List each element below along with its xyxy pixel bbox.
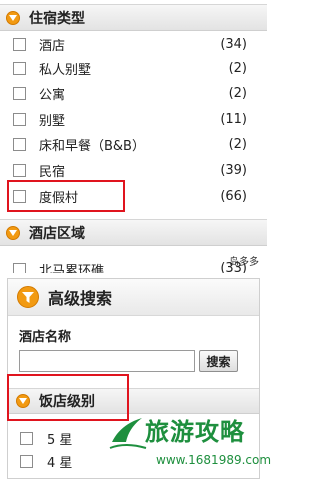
- checkbox[interactable]: [13, 61, 26, 75]
- hotel-name-input[interactable]: [19, 350, 195, 372]
- checkbox[interactable]: [13, 112, 26, 126]
- watermark-brand: 旅游攻略: [145, 418, 245, 446]
- filter-funnel-icon: [17, 286, 39, 308]
- filter-label: 酒店: [39, 38, 66, 54]
- filter-label: 度假村: [39, 190, 79, 206]
- filter-row-villa[interactable]: 别墅 (11): [0, 107, 267, 131]
- filter-label: 别墅: [39, 113, 66, 129]
- filter-label: 5 星: [47, 432, 73, 448]
- watermark-url: www.1681989.com: [156, 453, 272, 467]
- hotel-area-header[interactable]: 酒店区域: [0, 219, 267, 246]
- checkbox[interactable]: [13, 262, 26, 273]
- collapse-chevron-icon[interactable]: [16, 394, 30, 408]
- filter-label: 床和早餐（B&B）: [39, 138, 145, 154]
- filter-row-private-villa[interactable]: 私人别墅 (2): [0, 56, 267, 80]
- filter-row-guesthouse[interactable]: 民宿 (39): [0, 158, 267, 182]
- filter-label: 私人别墅: [39, 62, 92, 78]
- filter-count: (2): [228, 136, 247, 152]
- checkbox[interactable]: [20, 431, 33, 445]
- advanced-search-title: 高级搜索: [48, 289, 113, 308]
- hotel-area-title: 酒店区域: [29, 225, 85, 242]
- advanced-search-header: 高级搜索: [8, 279, 259, 316]
- filter-row-bed-and-breakfast[interactable]: 床和早餐（B&B） (2): [0, 132, 267, 156]
- filter-row-hotel[interactable]: 酒店 (34): [0, 32, 267, 56]
- checkbox[interactable]: [13, 137, 26, 151]
- filter-row-resort[interactable]: 度假村 (66): [0, 184, 267, 208]
- filter-count: (2): [228, 85, 247, 101]
- checkbox[interactable]: [13, 189, 26, 203]
- filter-count: (34): [220, 36, 247, 52]
- filter-label: 民宿: [39, 164, 66, 180]
- site-watermark: 岛多多: [229, 257, 259, 268]
- checkbox[interactable]: [20, 454, 33, 468]
- checkbox[interactable]: [13, 86, 26, 100]
- filter-label: 北马累环礁: [39, 263, 105, 274]
- filter-label: 公寓: [39, 87, 66, 103]
- search-button[interactable]: 搜索: [199, 350, 238, 372]
- accommodation-type-title: 住宿类型: [29, 10, 85, 27]
- filter-label: 4 星: [47, 455, 73, 471]
- collapse-chevron-icon[interactable]: [6, 10, 20, 25]
- checkbox[interactable]: [13, 163, 26, 177]
- collapse-chevron-icon[interactable]: [6, 225, 20, 240]
- filter-count: (66): [220, 188, 247, 204]
- filter-count: (2): [228, 60, 247, 76]
- hotel-name-label: 酒店名称: [19, 330, 72, 345]
- star-rating-title: 饭店级别: [39, 394, 95, 410]
- filter-count: (11): [220, 111, 247, 127]
- watermark-logo-icon: [108, 408, 148, 456]
- filter-row-north-male-atoll[interactable]: 北马累环礁 (33): [0, 257, 267, 273]
- checkbox[interactable]: [13, 37, 26, 51]
- filter-count: (39): [220, 162, 247, 178]
- accommodation-type-header[interactable]: 住宿类型: [0, 4, 267, 31]
- filter-row-apartment[interactable]: 公寓 (2): [0, 81, 267, 105]
